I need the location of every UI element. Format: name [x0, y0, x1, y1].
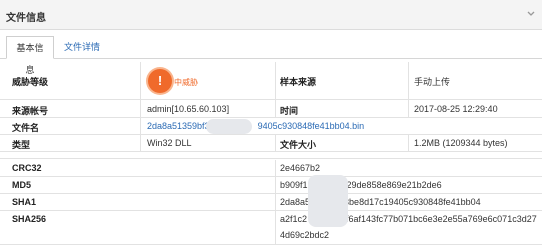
row-type: 类型 Win32 DLL 文件大小 1.2MB (1209344 bytes) — [0, 135, 542, 152]
filename-label: 文件名 — [12, 123, 40, 133]
size-value: 1.2MB (1209344 bytes) — [414, 138, 508, 148]
md5-value: b909f1 e29de858e869e21b2de6 — [280, 180, 442, 190]
tab-bar: 基本信息 文件详情 — [0, 36, 542, 75]
type-label: 类型 — [12, 140, 31, 150]
md5-label: MD5 — [12, 180, 32, 190]
panel-title: 文件信息 — [6, 13, 46, 24]
panel-header: 文件信息 — [0, 0, 542, 30]
time-value: 2017-08-25 12:29:40 — [414, 104, 498, 114]
sha256-part-start: a2f1c2 — [280, 214, 308, 224]
row-sha1: SHA1 2da8a5 3be8d17c19405c930848fe41bb04 — [0, 194, 542, 211]
sha256-value-line2: 4d69c2bdc2 — [280, 230, 330, 240]
row-filename: 文件名 2da8a51359bf3 9405c930848fe41bb04.bin — [0, 118, 542, 135]
time-label: 时间 — [280, 106, 299, 116]
tab-file-details[interactable]: 文件详情 — [58, 36, 106, 59]
tab-basic-info[interactable]: 基本信息 — [6, 36, 54, 75]
row-source-account: 来源帐号 admin[10.65.60.103] 时间 2017-08-25 1… — [0, 100, 542, 118]
md5-part-end: e29de858e869e21b2de6 — [341, 180, 442, 190]
row-threat-level: 威胁等级 样本来源 手动上传 — [0, 62, 542, 100]
chevron-down-icon[interactable] — [526, 9, 536, 19]
section-divider — [0, 152, 542, 159]
sha256-label: SHA256 — [12, 214, 47, 224]
row-crc32: CRC32 2e4667b2 — [0, 160, 542, 177]
type-value: Win32 DLL — [147, 138, 192, 148]
row-md5: MD5 b909f1 e29de858e869e21b2de6 — [0, 177, 542, 194]
threat-level-label: 威胁等级 — [12, 77, 49, 87]
crc32-value: 2e4667b2 — [280, 163, 321, 173]
sha1-part-end: 3be8d17c19405c930848fe41bb04 — [344, 197, 481, 207]
redaction-mark — [308, 175, 348, 227]
threat-level-value: 中威胁 — [174, 78, 198, 87]
filename-part-end: 9405c930848fe41bb04.bin — [257, 121, 365, 131]
sha256-part-middle: 5f6af143fc77b071bc6e3e2e55a769e6c071c3d2… — [341, 214, 537, 224]
crc32-label: CRC32 — [12, 163, 42, 173]
filename-link[interactable]: 2da8a51359bf3 9405c930848fe41bb04.bin — [147, 121, 364, 131]
sha1-part-start: 2da8a5 — [280, 197, 311, 207]
sha1-label: SHA1 — [12, 197, 37, 207]
sample-source-label: 样本来源 — [280, 77, 317, 87]
sample-source-value: 手动上传 — [414, 77, 451, 87]
warning-icon: ! — [148, 69, 172, 93]
source-account-label: 来源帐号 — [12, 106, 49, 116]
redaction-mark — [206, 119, 252, 134]
size-label: 文件大小 — [280, 140, 317, 150]
source-account-value: admin[10.65.60.103] — [147, 104, 230, 114]
row-sha256: SHA256 a2f1c2 5f6af143fc77b071bc6e3e2e55a… — [0, 211, 542, 245]
md5-part-start: b909f1 — [280, 180, 308, 190]
filename-part-start: 2da8a51359bf3 — [147, 121, 210, 131]
